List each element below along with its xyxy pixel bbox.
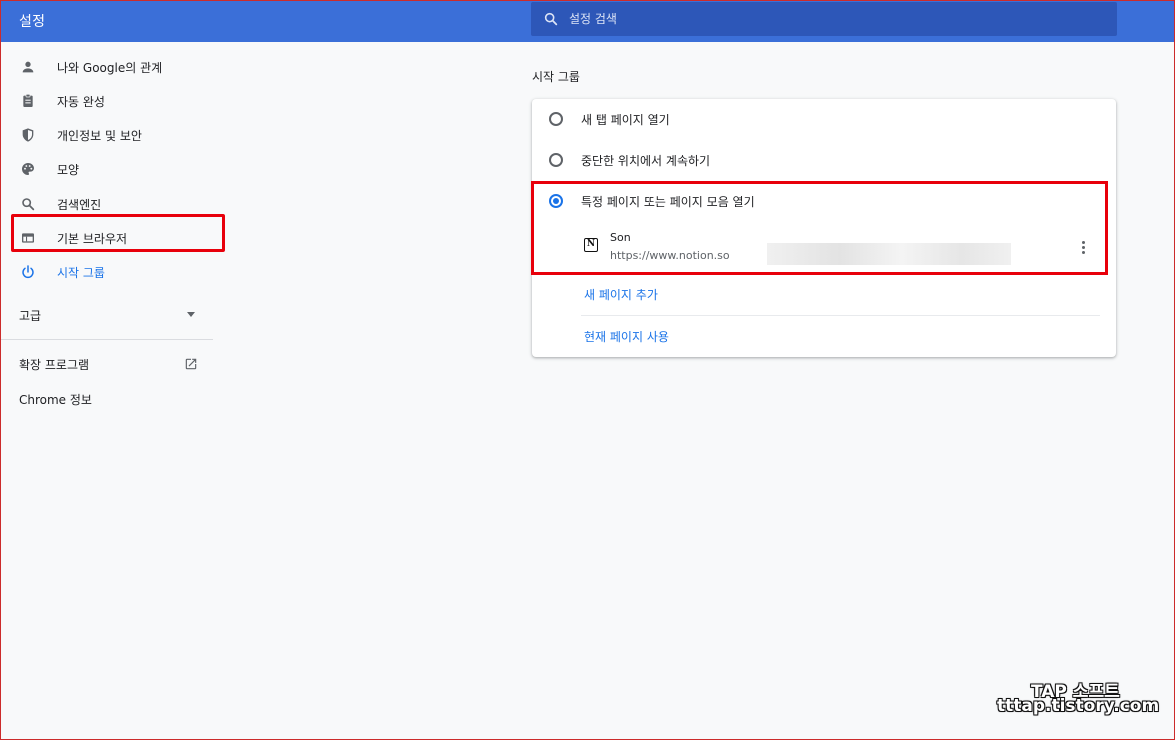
person-icon [22,61,34,73]
sidebar-item-privacy[interactable]: 개인정보 및 보안 [1,118,213,152]
sidebar-item-autofill[interactable]: 자동 완성 [1,84,213,118]
option-continue[interactable]: 중단한 위치에서 계속하기 [532,140,1116,180]
sidebar-item-label: 개인정보 및 보안 [57,129,142,143]
search-input[interactable] [569,2,1089,36]
extensions-label: 확장 프로그램 [19,358,90,372]
header-bar: 설정 [1,1,1174,42]
radio-button[interactable] [549,112,563,126]
radio-button[interactable] [549,153,563,167]
about-label: Chrome 정보 [19,393,92,407]
clipboard-icon [23,94,33,107]
sidebar-item-label: 나와 Google의 관계 [57,61,163,75]
sidebar-divider [1,339,213,340]
open-in-new-icon [185,358,197,370]
search-box[interactable] [531,2,1117,36]
highlight-annotation [11,214,225,252]
option-new-tab[interactable]: 새 탭 페이지 열기 [532,99,1116,139]
sidebar-item-about-chrome[interactable]: Chrome 정보 [1,383,213,413]
power-icon [22,265,34,279]
card-divider [581,315,1100,316]
search-icon [544,12,558,26]
sidebar-item-appearance[interactable]: 모양 [1,152,213,186]
sidebar-item-you-and-google[interactable]: 나와 Google의 관계 [1,50,213,84]
add-new-page-link[interactable]: 새 페이지 추가 [584,286,658,303]
advanced-toggle[interactable]: 고급 [1,300,213,330]
palette-icon [21,163,34,175]
sidebar-item-label: 모양 [57,163,80,177]
shield-icon [22,128,34,142]
sidebar-item-on-startup[interactable]: 시작 그룹 [1,255,213,289]
watermark-url: tttap.tistory.com [997,696,1160,716]
page-title: 설정 [19,14,46,30]
chevron-down-icon [187,312,195,317]
option-label: 새 탭 페이지 열기 [581,113,670,127]
sidebar-item-label: 시작 그룹 [57,266,105,280]
search-icon [22,198,35,211]
advanced-label: 고급 [19,309,42,323]
sidebar-item-label: 자동 완성 [57,95,105,109]
option-label: 중단한 위치에서 계속하기 [581,154,711,168]
sidebar-item-extensions[interactable]: 확장 프로그램 [1,348,213,378]
section-title: 시작 그룹 [532,70,580,84]
use-current-pages-link[interactable]: 현재 페이지 사용 [584,328,669,345]
sidebar-item-label: 검색엔진 [57,198,102,212]
highlight-annotation [531,181,1108,275]
sidebar: 나와 Google의 관계 자동 완성 개인정보 및 보안 모양 검색엔진 기본… [1,42,213,740]
